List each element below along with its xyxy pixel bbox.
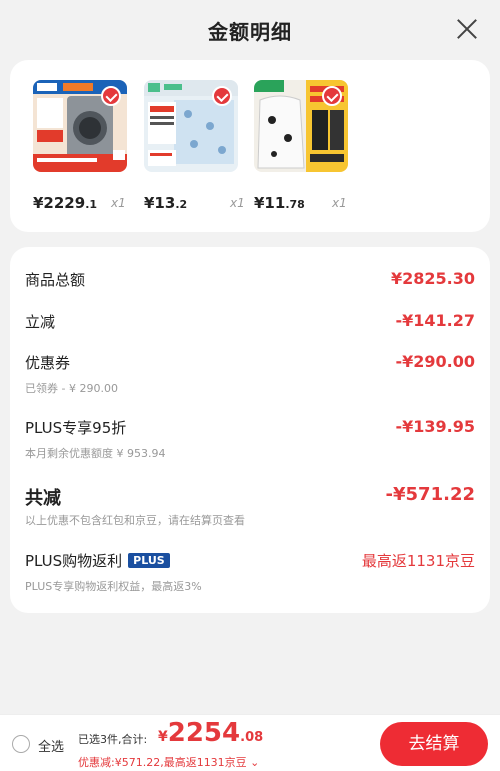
coupon-value: -¥290.00 <box>395 352 475 371</box>
product-price: ¥11.78 <box>254 194 305 212</box>
plus-rebate-label: PLUS购物返利 PLUS <box>25 550 170 571</box>
checkout-bar: 全选 已选3件,合计: ¥2254.08 优惠减:¥571.22,最高返1131… <box>0 714 500 771</box>
selected-check-icon[interactable] <box>212 86 232 106</box>
plus-discount-label: PLUS专享95折 <box>25 419 127 437</box>
plus-rebate-value: 最高返1131京豆 <box>361 552 475 570</box>
checkout-button[interactable]: 去结算 <box>380 722 488 766</box>
goods-total-value: ¥2825.30 <box>390 269 475 288</box>
page-title: 金额明细 <box>208 20 292 44</box>
product-thumbnail[interactable] <box>144 80 238 172</box>
product-item-washer[interactable]: ¥2229.1 x1 <box>33 80 129 212</box>
coupon-label: 优惠券 <box>25 354 71 372</box>
discount-summary[interactable]: 优惠减:¥571.22,最高返1131京豆 ⌄ <box>78 754 259 770</box>
close-icon[interactable] <box>456 18 478 40</box>
total-discount-label: 共减 <box>25 488 61 509</box>
select-all-label[interactable]: 全选 <box>38 736 64 755</box>
coupon-sub: 已领券 - ¥ 290.00 <box>25 382 118 395</box>
product-thumbnail[interactable] <box>254 80 348 172</box>
plus-discount-sub: 本月剩余优惠额度 ¥ 953.94 <box>25 447 166 460</box>
products-card: ¥2229.1 x1 ¥13.2 x1 ¥11.78 x1 <box>10 60 490 232</box>
instant-discount-label: 立减 <box>25 313 56 331</box>
selected-count: 已选3件,合计: <box>78 733 148 746</box>
plus-badge: PLUS <box>128 553 170 568</box>
selected-check-icon[interactable] <box>101 86 121 106</box>
product-qty: x1 <box>332 196 347 210</box>
select-all-radio[interactable] <box>12 735 30 753</box>
plus-discount-value: -¥139.95 <box>395 417 475 436</box>
summary-card: 商品总额 ¥2825.30 立减 -¥141.27 优惠券 -¥290.00 已… <box>10 247 490 613</box>
product-item-jacket[interactable]: ¥11.78 x1 <box>254 80 350 212</box>
header: 金额明细 <box>0 0 500 58</box>
product-qty: x1 <box>230 196 245 210</box>
instant-discount-value: -¥141.27 <box>395 311 475 330</box>
selected-check-icon[interactable] <box>322 86 342 106</box>
goods-total-label: 商品总额 <box>25 271 86 289</box>
product-qty: x1 <box>111 196 126 210</box>
total-discount-value: -¥571.22 <box>385 484 475 505</box>
total-price: ¥2254.08 <box>158 718 264 748</box>
plus-rebate-sub: PLUS专享购物返利权益，最高返3% <box>25 580 202 593</box>
product-price: ¥2229.1 <box>33 194 98 212</box>
total-discount-sub: 以上优惠不包含红包和京豆，请在结算页查看 <box>25 514 245 527</box>
product-thumbnail[interactable] <box>33 80 127 172</box>
product-item-cover[interactable]: ¥13.2 x1 <box>144 80 245 212</box>
